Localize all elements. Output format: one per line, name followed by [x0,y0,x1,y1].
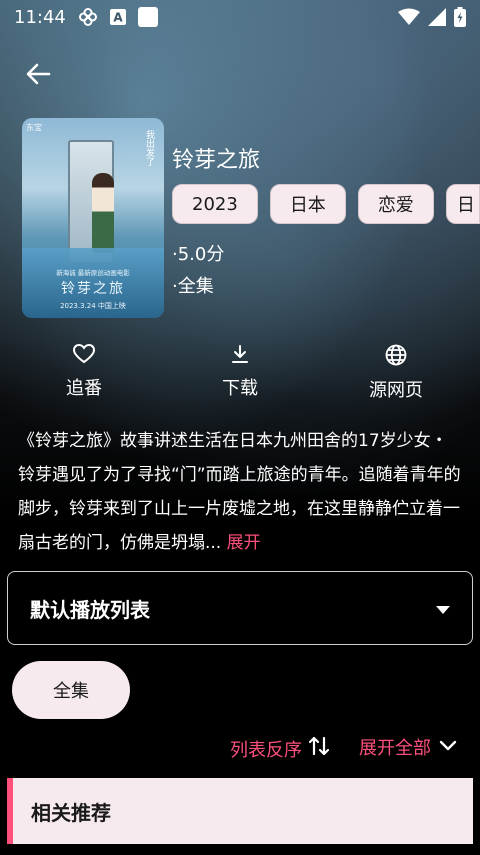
movie-episodes: ·全集 [172,276,214,297]
tag-chip-year[interactable]: 2023 [172,184,258,224]
expand-all-label: 展开全部 [359,738,431,759]
reverse-label: 列表反序 [230,739,302,761]
arrow-left-icon [25,61,51,91]
follow-button[interactable]: 追番 [34,343,134,400]
poster-logo: 东宝 [26,123,42,132]
playlist-dropdown[interactable]: 默认播放列表 [7,571,473,645]
tag-chips: 2023 日本 恋爱 日 [172,184,480,224]
download-label: 下载 [222,378,258,399]
poster-vertical-text: 我出发了 [144,130,154,166]
tag-chip-genre[interactable]: 恋爱 [357,184,434,224]
movie-poster[interactable]: 东宝 我出发了 新海诚 最新原创动画电影 铃芽之旅 2023.3.24 中国上映 [22,118,164,318]
reverse-list-button[interactable]: 列表反序 [230,734,330,763]
action-row: 追番 下载 源网页 [0,343,480,404]
white-square-icon [137,7,158,27]
episode-button[interactable]: 全集 [12,661,130,719]
svg-text:A: A [113,11,123,25]
chevron-down-icon [437,735,459,760]
poster-credit: 新海诚 最新原创动画电影 [56,269,130,277]
list-controls: 列表反序 展开全部 [0,734,480,764]
fan-icon [78,7,98,27]
playlist-selected-label: 默认播放列表 [30,597,150,622]
source-page-button[interactable]: 源网页 [346,344,446,402]
sort-arrows-icon [308,734,330,763]
battery-icon [454,7,466,27]
status-time: 11:44 [14,6,66,28]
expand-all-button[interactable]: 展开全部 [359,734,459,760]
movie-title: 铃芽之旅 [172,148,261,173]
recommend-label: 相关推荐 [31,800,111,825]
globe-icon [385,344,407,370]
tag-chip-region[interactable]: 日本 [269,184,346,224]
download-icon [230,344,250,368]
poster-girl [92,173,114,253]
movie-description: 《铃芽之旅》故事讲述生活在日本九州田舍的17岁少女・铃芽遇见了为了寻找“门”而踏… [18,424,464,560]
wifi-icon [398,8,420,26]
back-button[interactable] [18,56,58,96]
tag-chip-more[interactable]: 日 [445,184,480,224]
recommend-section-header: 相关推荐 [7,778,473,844]
status-bar: 11:44 A [0,0,480,34]
follow-label: 追番 [66,378,102,399]
download-button[interactable]: 下载 [190,344,290,400]
poster-title: 铃芽之旅 [61,281,125,297]
source-page-label: 源网页 [369,380,423,401]
signal-icon [428,8,446,26]
poster-date: 2023.3.24 中国上映 [60,302,126,310]
caret-down-icon [436,596,450,620]
movie-score: ·5.0分 [172,244,225,265]
heart-icon [72,343,96,368]
description-expand-link[interactable]: 展开 [227,533,261,553]
a-box-icon: A [109,9,126,25]
